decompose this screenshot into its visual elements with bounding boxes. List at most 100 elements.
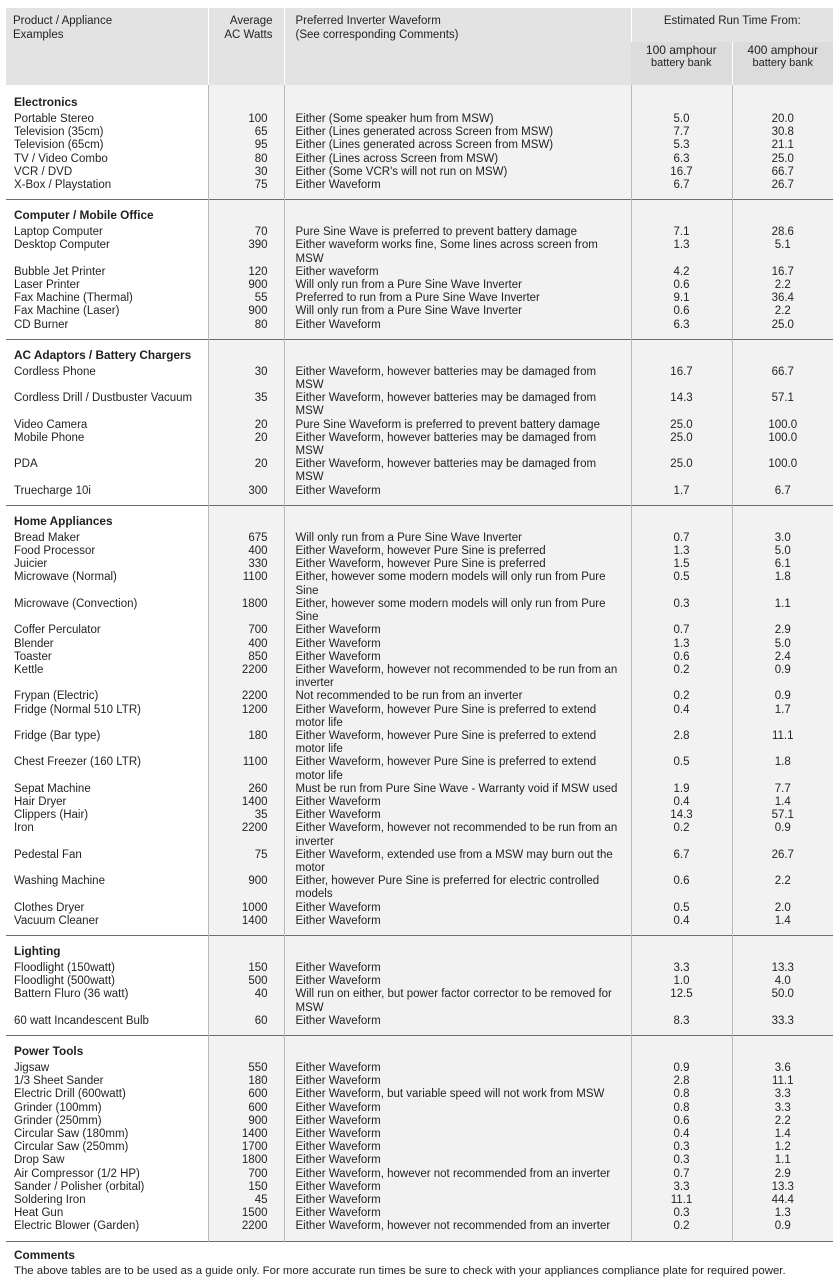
cell-runtime-100ah: 0.5 — [630, 756, 732, 783]
table-row[interactable]: Kettle 2200 Either Waveform, however not r… — [6, 663, 834, 691]
table-row[interactable]: Washing Machine 900 Either, however Pure S… — [6, 875, 834, 902]
comments-title: Comments — [14, 1247, 75, 1262]
table-row[interactable]: Truecharge 10i 300 Either Waveform 1.7 6.7 — [6, 484, 834, 498]
table-row[interactable]: Battern Fluro (36 watt) 40 Will run on eit… — [6, 988, 834, 1015]
cell-average-watts: 1200 — [207, 703, 284, 730]
cell-runtime-400ah: 3.3 — [731, 1101, 834, 1115]
table-row[interactable]: Sepat Machine 260 Must be run from Pure Si… — [6, 782, 834, 796]
table-row[interactable]: Heat Gun 1500 Either Waveform 0.3 1.3 — [6, 1207, 834, 1221]
cell-runtime-400ah: 1.8 — [731, 756, 834, 783]
table-row[interactable]: Frypan (Electric) 2200 Not recommended to … — [6, 690, 834, 704]
cell-preferred-waveform: Either Waveform — [283, 961, 631, 976]
cell-average-watts: 120 — [207, 265, 284, 280]
table-row[interactable]: 60 watt Incandescent Bulb 60 Either Wavefo… — [6, 1014, 834, 1028]
table-row[interactable]: Floodlight (500watt) 500 Either Waveform 1.… — [6, 975, 834, 989]
table-row[interactable]: Blender 400 Either Waveform 1.3 5.0 — [6, 637, 834, 651]
table-row[interactable]: Soldering Iron 45 Either Waveform 11.1 44.4 — [6, 1194, 834, 1208]
cell-runtime-400ah: 33.3 — [731, 1014, 834, 1028]
cell-runtime-100ah: 3.3 — [630, 1180, 732, 1195]
table-row[interactable]: Sander / Polisher (orbital) 150 Either Wav… — [6, 1180, 834, 1195]
cell-preferred-waveform: Not recommended to be run from an invert… — [283, 690, 631, 704]
cell-average-watts: 65 — [207, 126, 284, 140]
cell-runtime-100ah: 2.8 — [630, 729, 732, 757]
table-row[interactable]: Desktop Computer 390 Either waveform works… — [6, 239, 834, 266]
table-row[interactable]: Microwave (Convection) 1800 Either, howeve… — [6, 597, 834, 625]
cell-runtime-400ah: 1.8 — [731, 571, 834, 598]
cell-product-name: Bubble Jet Printer — [14, 265, 106, 278]
table-row[interactable]: Fridge (Normal 510 LTR) 1200 Either Wavefo… — [6, 703, 834, 730]
table-row[interactable]: 1/3 Sheet Sander 180 Either Waveform 2.8 11.… — [6, 1075, 834, 1089]
cell-product-name: Mobile Phone — [14, 431, 85, 444]
cell-runtime-400ah: 3.6 — [731, 1061, 834, 1076]
table-row[interactable]: Laptop Computer 70 Pure Sine Wave is prefe… — [6, 226, 834, 240]
table-row[interactable]: Coffer Perculator 700 Either Waveform 0.7 2.… — [6, 624, 834, 638]
cell-product-name: Battern Fluro (36 watt) — [14, 988, 129, 1001]
cell-product-name: Circular Saw (180mm) — [14, 1128, 129, 1140]
table-row[interactable]: Hair Dryer 1400 Either Waveform 0.4 1.4 — [6, 795, 834, 810]
cell-runtime-100ah: 0.2 — [630, 690, 732, 704]
cell-runtime-400ah: 5.1 — [731, 239, 834, 266]
table-row[interactable]: Drop Saw 1800 Either Waveform 0.3 1.1 — [6, 1154, 834, 1168]
table-row[interactable]: Laser Printer 900 Will only run from a Pur… — [6, 279, 834, 293]
cell-runtime-100ah: 14.3 — [630, 809, 732, 823]
cell-product-name: Frypan (Electric) — [14, 690, 99, 703]
cell-product-name: Laser Printer — [14, 279, 80, 292]
cell-preferred-waveform: Either Waveform — [283, 914, 631, 928]
table-row[interactable]: X-Box / Playstation 75 Either Waveform 6.7 2… — [6, 179, 834, 193]
table-row[interactable]: Television (65cm) 95 Either (Lines generat… — [6, 139, 834, 153]
cell-product-name: Juicier — [14, 558, 48, 571]
table-row[interactable]: Pedestal Fan 75 Either Waveform, extended … — [6, 848, 834, 876]
cell-runtime-400ah: 2.9 — [731, 1167, 834, 1181]
table-row[interactable]: Television (35cm) 65 Either (Lines generat… — [6, 126, 834, 140]
table-row[interactable]: Cordless Drill / Dustbuster Vacuum 35 Eith… — [6, 392, 834, 419]
cell-runtime-100ah: 0.3 — [630, 1154, 732, 1168]
table-row[interactable]: Bubble Jet Printer 120 Either waveform 4.2 1… — [6, 265, 834, 280]
table-row[interactable]: Circular Saw (250mm) 1700 Either Waveform 0… — [6, 1141, 834, 1155]
cell-preferred-waveform: Either Waveform, but variable speed will… — [283, 1088, 631, 1102]
table-row[interactable]: Clothes Dryer 1000 Either Waveform 0.5 2.0 — [6, 901, 834, 915]
cell-runtime-400ah: 2.2 — [731, 279, 834, 293]
table-row[interactable]: Mobile Phone 20 Either Waveform, however b… — [6, 431, 834, 459]
table-row[interactable]: Floodlight (150watt) 150 Either Waveform 3.… — [6, 961, 834, 976]
table-row[interactable]: Jigsaw 550 Either Waveform 0.9 3.6 — [6, 1061, 834, 1076]
cell-runtime-100ah: 0.2 — [630, 663, 732, 691]
table-row[interactable]: TV / Video Combo 80 Either (Lines across S… — [6, 152, 834, 166]
cell-runtime-400ah: 2.2 — [731, 305, 834, 319]
header-watts-line2: AC Watts — [224, 28, 273, 41]
table-row[interactable]: Circular Saw (180mm) 1400 Either Waveform 0… — [6, 1128, 834, 1142]
table-row[interactable]: Chest Freezer (160 LTR) 1100 Either Wavefo… — [6, 756, 834, 783]
table-row[interactable]: Iron 2200 Either Waveform, however not rec… — [6, 822, 834, 849]
table-row[interactable]: Cordless Phone 30 Either Waveform, however… — [6, 365, 834, 393]
table-row[interactable]: Grinder (250mm) 900 Either Waveform 0.6 2.2 — [6, 1114, 834, 1128]
table-row[interactable]: Fax Machine (Thermal) 55 Preferred to run … — [6, 292, 834, 306]
cell-runtime-100ah: 6.7 — [630, 848, 732, 876]
cell-runtime-100ah: 12.5 — [630, 988, 732, 1015]
cell-preferred-waveform: Either Waveform, extended use from a MSW… — [283, 848, 631, 876]
cell-preferred-waveform: Either (Some speaker hum from MSW) — [283, 113, 631, 127]
table-row[interactable]: Bread Maker 675 Will only run from a Pure … — [6, 531, 834, 546]
table-row[interactable]: Microwave (Normal) 1100 Either, however so… — [6, 571, 834, 598]
cell-runtime-100ah: 3.3 — [630, 961, 732, 976]
table-row[interactable]: Portable Stereo 100 Either (Some speaker h… — [6, 113, 834, 127]
table-row[interactable]: Food Processor 400 Either Waveform, howeve… — [6, 545, 834, 559]
cell-average-watts: 150 — [207, 961, 284, 976]
table-row[interactable]: VCR / DVD 30 Either (Some VCR's will not r… — [6, 165, 834, 180]
table-row[interactable]: Air Compressor (1/2 HP) 700 Either Wavefor… — [6, 1167, 834, 1181]
cell-average-watts: 550 — [207, 1061, 284, 1076]
table-row[interactable]: CD Burner 80 Either Waveform 6.3 25.0 — [6, 318, 834, 332]
table-row[interactable]: Vacuum Cleaner 1400 Either Waveform 0.4 1.4 — [6, 914, 834, 928]
table-row[interactable]: Fridge (Bar type) 180 Either Waveform, how… — [6, 729, 834, 757]
table-row[interactable]: Fax Machine (Laser) 900 Will only run from… — [6, 305, 834, 319]
cell-runtime-400ah: 0.9 — [731, 690, 834, 704]
table-row[interactable]: Electric Blower (Garden) 2200 Either Wavef… — [6, 1220, 834, 1234]
cell-runtime-400ah: 2.2 — [731, 1114, 834, 1128]
table-row[interactable]: Video Camera 20 Pure Sine Waveform is pref… — [6, 418, 834, 432]
cell-runtime-400ah: 0.9 — [731, 663, 834, 691]
table-row[interactable]: Grinder (100mm) 600 Either Waveform 0.8 3.3 — [6, 1101, 834, 1115]
cell-average-watts: 1700 — [207, 1141, 284, 1155]
table-row[interactable]: Juicier 330 Either Waveform, however Pure … — [6, 558, 834, 572]
table-row[interactable]: Toaster 850 Either Waveform 0.6 2.4 — [6, 650, 834, 664]
table-row[interactable]: PDA 20 Either Waveform, however batteries … — [6, 458, 834, 485]
table-row[interactable]: Clippers (Hair) 35 Either Waveform 14.3 57.1 — [6, 809, 834, 823]
table-row[interactable]: Electric Drill (600watt) 600 Either Wavefo… — [6, 1088, 834, 1102]
